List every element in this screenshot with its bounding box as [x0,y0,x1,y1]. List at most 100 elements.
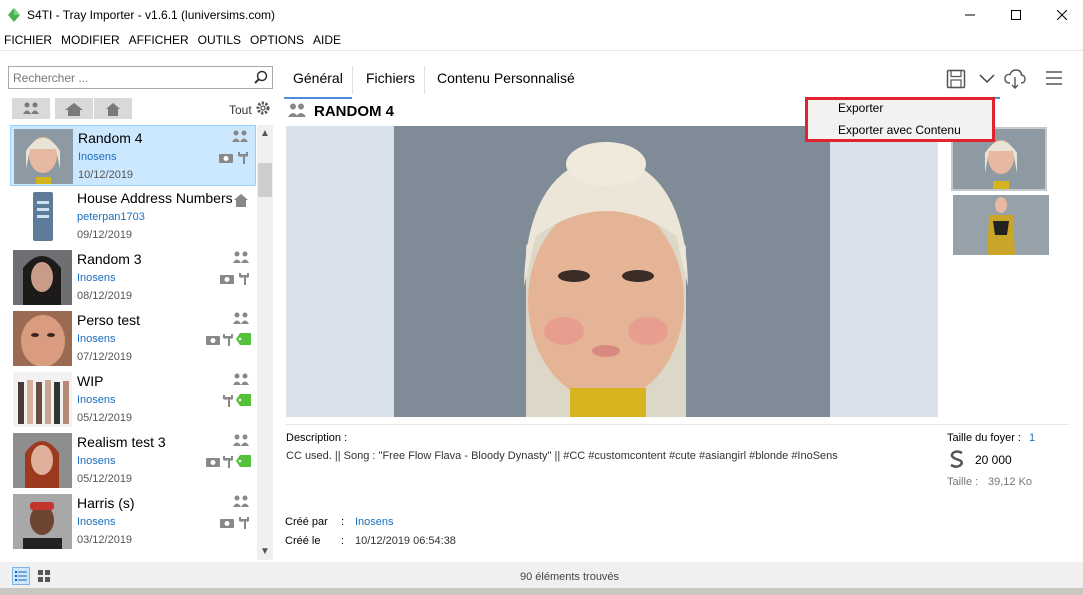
list-view-icon [15,571,27,581]
list-item[interactable]: WIP Inosens 05/12/2019 [10,369,256,430]
grid-view-button[interactable] [35,567,53,585]
created-on-label: Créé le [285,535,321,547]
menu-fichier[interactable]: FICHIER [0,30,57,50]
created-by-value[interactable]: Inosens [355,516,394,528]
item-author[interactable]: Inosens [77,516,116,528]
desktop-background-strip [0,588,1083,595]
gear-icon[interactable] [256,101,270,115]
item-date: 05/12/2019 [77,473,133,485]
item-date: 07/12/2019 [77,351,133,363]
export-dropdown-menu: Exporter Exporter avec Contenu [805,97,995,142]
item-author[interactable]: Inosens [77,272,116,284]
item-name: Perso test [77,312,141,328]
detail-divider [286,424,1069,425]
simoleon-icon [950,450,963,468]
cloud-download-icon[interactable] [1004,69,1026,89]
menu-options[interactable]: OPTIONS [246,30,309,50]
cc-tag-icon [236,394,251,406]
list-item[interactable]: Harris (s) Inosens 03/12/2019 [10,491,256,552]
item-name: Realism test 3 [77,434,166,450]
item-thumbnail [14,129,73,184]
menubar-divider [0,50,1083,51]
household-icon [233,495,249,507]
item-thumbnail [13,372,72,427]
size-label: Taille : [947,476,979,488]
created-on-value: 10/12/2019 06:54:38 [355,535,456,547]
menu-item-exporter-avec-contenu[interactable]: Exporter avec Contenu [838,123,961,137]
list-item[interactable]: Realism test 3 Inosens 05/12/2019 [10,430,256,491]
scroll-down-icon[interactable]: ▼ [260,546,270,557]
minimize-icon [965,14,975,16]
list-item[interactable]: House Address Numbers peterpan1703 09/12… [10,186,256,247]
item-author[interactable]: Inosens [78,151,117,163]
camera-icon [206,336,220,345]
item-author[interactable]: peterpan1703 [77,211,145,223]
scroll-thumb[interactable] [258,163,272,197]
title-bar: S4TI - Tray Importer - v1.6.1 (luniversi… [0,0,1083,30]
menubar: FICHIER MODIFIER AFFICHER OUTILS OPTIONS… [0,30,1083,50]
status-text: 90 éléments trouvés [520,571,620,583]
menu-outils[interactable]: OUTILS [194,30,246,50]
camera-icon [220,275,234,284]
cc-tag-icon [236,333,251,345]
tab-fichiers[interactable]: Fichiers [366,70,415,86]
menu-aide[interactable]: AIDE [309,30,346,50]
tab-contenu-personnalise[interactable]: Contenu Personnalisé [437,70,575,86]
save-icon[interactable] [946,69,966,89]
filter-lots-button[interactable] [55,98,93,119]
household-icon [23,102,39,114]
menu-item-exporter[interactable]: Exporter [838,101,883,115]
tab-general[interactable]: Général [293,70,343,86]
cc-tag-icon [236,455,251,467]
created-by-colon: : [341,516,345,528]
scroll-up-icon[interactable]: ▲ [260,128,270,139]
item-author[interactable]: Inosens [77,394,116,406]
item-icons [205,130,251,180]
list-scrollbar[interactable]: ▲ ▼ [257,125,273,560]
created-on-colon: : [341,535,345,547]
menu-afficher[interactable]: AFFICHER [125,30,194,50]
household-icon [288,103,306,117]
camera-icon [219,154,233,163]
menu-modifier[interactable]: MODIFIER [57,30,125,50]
item-author[interactable]: Inosens [77,333,116,345]
item-name: Random 3 [77,251,142,267]
chevron-down-icon[interactable] [979,74,995,84]
close-icon [1057,10,1067,20]
item-author[interactable]: Inosens [77,455,116,467]
preview-thumbnail[interactable] [953,195,1049,255]
search-input[interactable] [9,67,244,88]
item-thumbnail [13,189,72,244]
list-item[interactable]: Perso test Inosens 07/12/2019 [10,308,256,369]
item-thumbnail [13,494,72,549]
filter-rooms-button[interactable] [94,98,132,119]
active-tab-indicator [284,97,352,99]
search-box [8,66,273,89]
household-icon [233,251,249,263]
item-icons [206,373,252,423]
wrench-icon [239,517,249,529]
window-title: S4TI - Tray Importer - v1.6.1 (luniversi… [27,8,276,22]
maximize-button[interactable] [993,0,1039,30]
camera-icon [220,519,234,528]
filter-households-button[interactable] [12,98,50,119]
grid-view-icon [38,570,50,582]
wrench-icon [223,456,233,468]
household-icon [233,434,249,446]
list-view-button[interactable] [12,567,30,585]
household-size-value: 1 [1029,432,1036,444]
close-button[interactable] [1039,0,1083,30]
size-value: 39,12 Ko [988,476,1033,488]
list-item[interactable]: Random 3 Inosens 08/12/2019 [10,247,256,308]
search-icon[interactable] [254,70,268,84]
filter-all-label[interactable]: Tout [229,103,252,117]
list-item[interactable]: Random 4 Inosens 10/12/2019 [10,125,256,186]
camera-icon [206,458,220,467]
minimize-button[interactable] [947,0,993,30]
description-label: Description : [286,432,348,444]
item-date: 03/12/2019 [77,534,133,546]
item-thumbnail [13,250,72,305]
tray-list: Random 4 Inosens 10/12/2019 House Addres… [8,125,256,560]
item-icons [206,495,252,545]
hamburger-menu-icon[interactable] [1046,71,1062,85]
